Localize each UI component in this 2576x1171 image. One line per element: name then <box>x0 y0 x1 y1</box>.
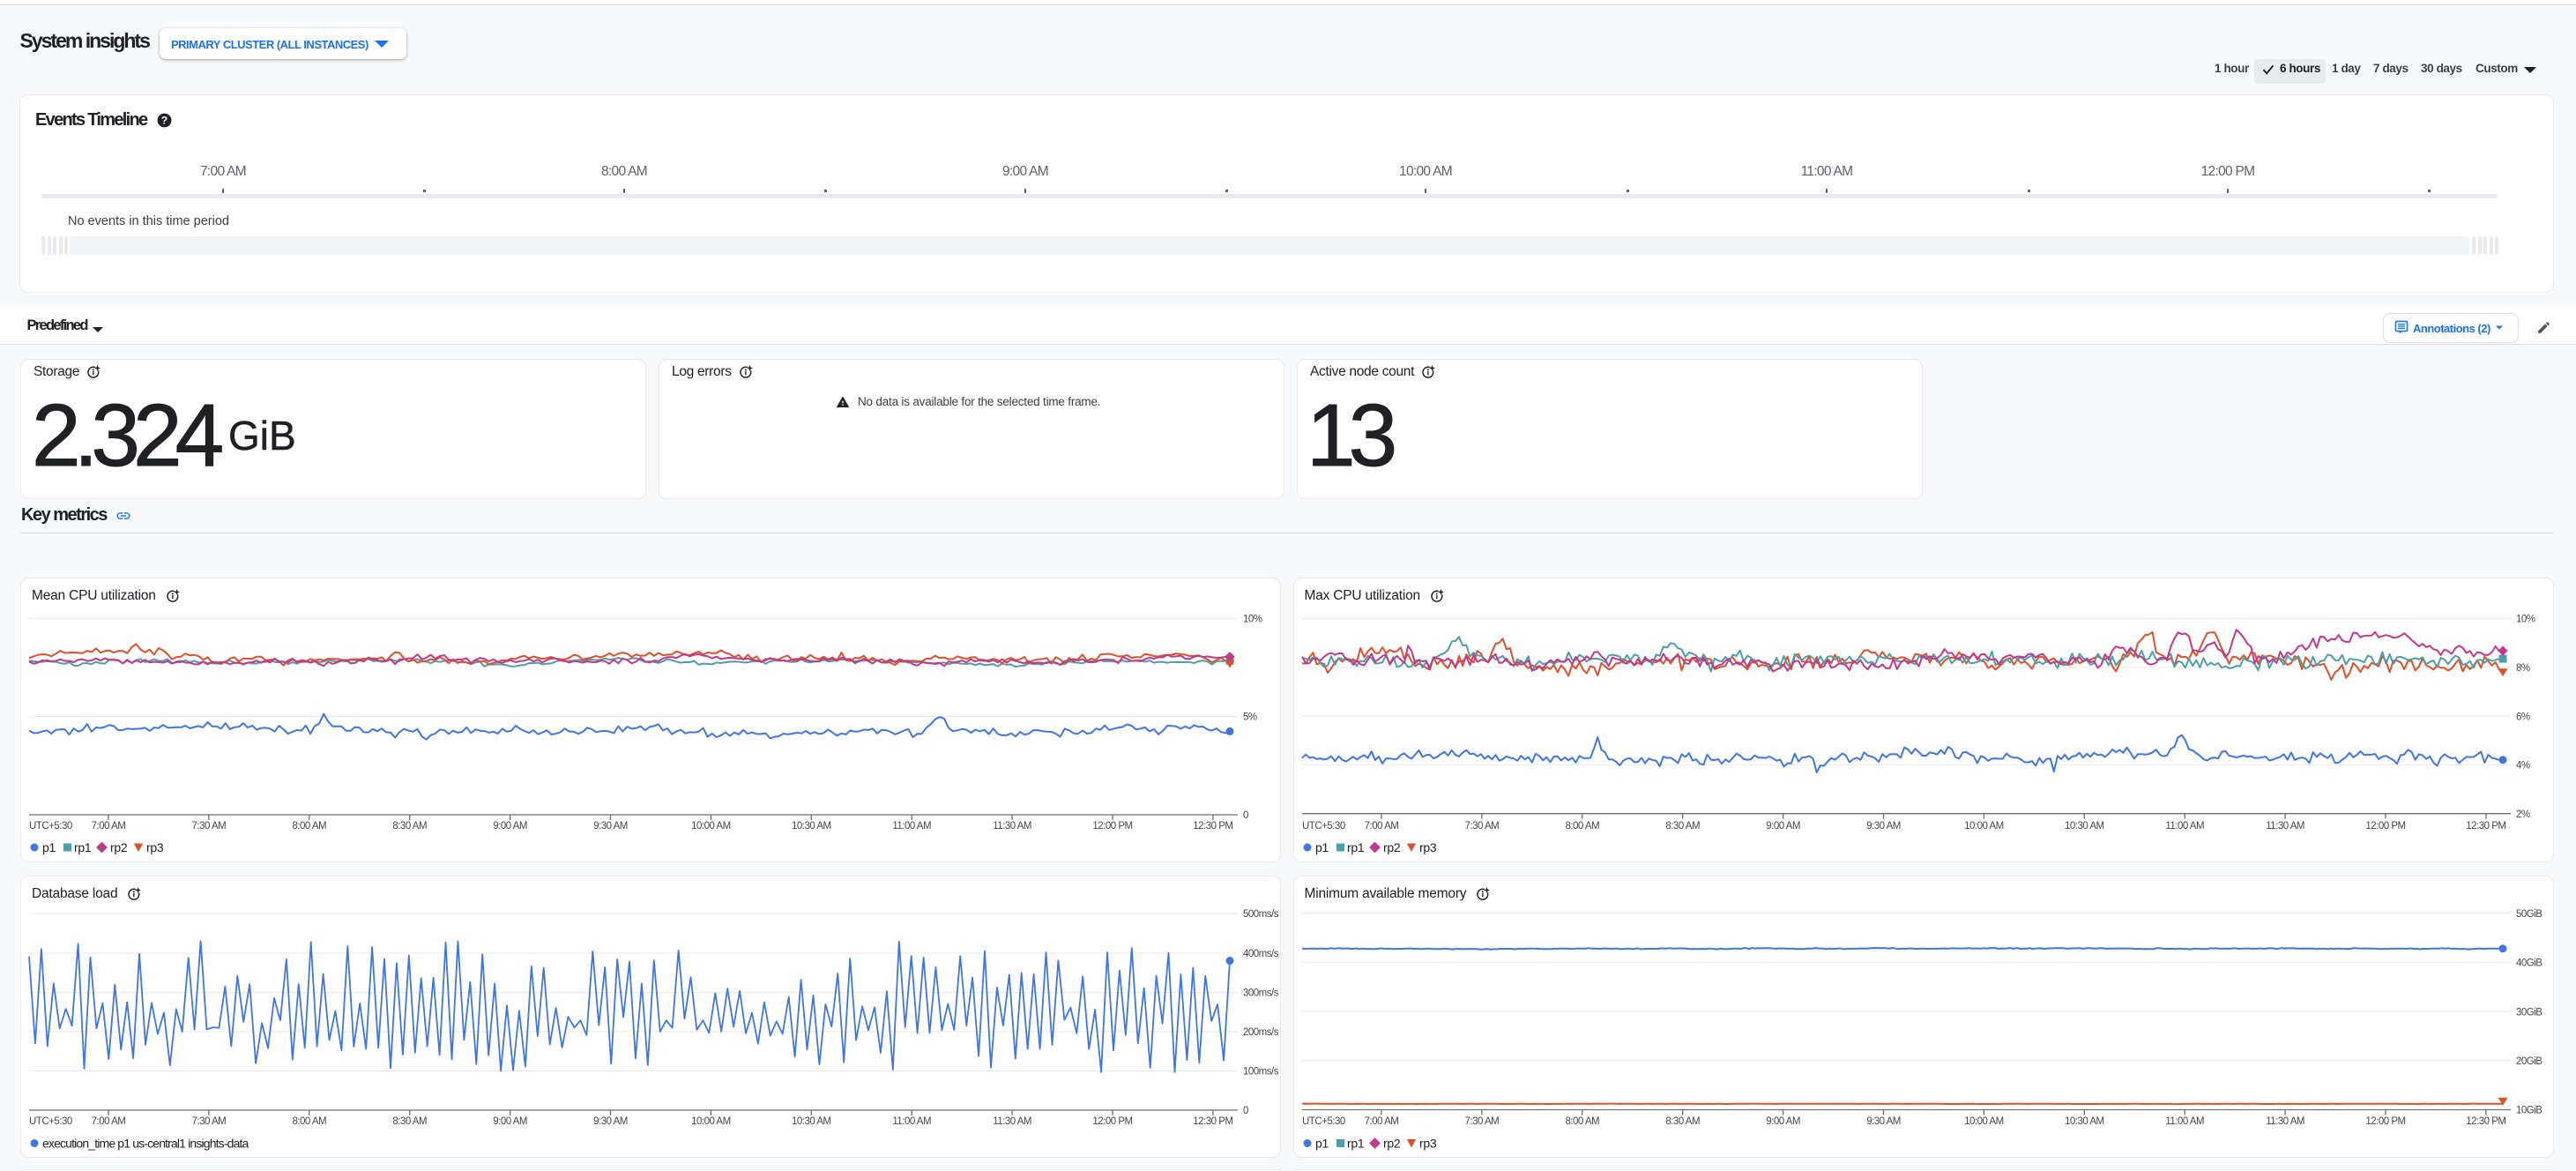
svg-text:p1: p1 <box>1315 1136 1329 1150</box>
svg-text:rp2: rp2 <box>1383 1136 1401 1150</box>
svg-text:8:30 AM: 8:30 AM <box>1665 1116 1700 1127</box>
svg-text:8:30 AM: 8:30 AM <box>392 821 427 832</box>
svg-text:10GiB: 10GiB <box>2516 1106 2542 1116</box>
svg-text:9:30 AM: 9:30 AM <box>593 821 628 832</box>
svg-text:8:00 AM: 8:00 AM <box>1565 821 1599 832</box>
svg-text:12:30 PM: 12:30 PM <box>2466 1116 2505 1127</box>
svg-text:11:30 AM: 11:30 AM <box>993 1116 1031 1127</box>
svg-text:10%: 10% <box>2516 614 2535 624</box>
svg-text:10:00 AM: 10:00 AM <box>1964 821 2004 832</box>
svg-text:9:00 AM: 9:00 AM <box>1766 821 1800 832</box>
svg-text:12:00 PM: 12:00 PM <box>2365 821 2405 832</box>
svg-text:UTC+5:30: UTC+5:30 <box>1302 1116 1345 1127</box>
svg-text:11:00 AM: 11:00 AM <box>2165 1116 2204 1127</box>
svg-text:8%: 8% <box>2516 663 2530 674</box>
svg-text:7:00 AM: 7:00 AM <box>1364 1116 1398 1127</box>
svg-text:500ms/s: 500ms/s <box>1243 909 1279 920</box>
svg-text:200ms/s: 200ms/s <box>1243 1027 1279 1038</box>
svg-text:7:00 AM: 7:00 AM <box>1364 821 1398 832</box>
svg-text:50GiB: 50GiB <box>2516 909 2542 920</box>
svg-text:10:00 AM: 10:00 AM <box>1964 1116 2004 1127</box>
svg-text:8:30 AM: 8:30 AM <box>392 1116 427 1127</box>
svg-text:12:30 PM: 12:30 PM <box>1193 1116 1232 1127</box>
svg-text:11:00 AM: 11:00 AM <box>2165 821 2204 832</box>
svg-text:11:00 AM: 11:00 AM <box>892 821 931 832</box>
svg-text:9:30 AM: 9:30 AM <box>1866 1116 1901 1127</box>
svg-text:rp1: rp1 <box>74 839 92 854</box>
svg-text:10%: 10% <box>1243 614 1262 624</box>
svg-text:10:00 AM: 10:00 AM <box>691 1116 731 1127</box>
svg-text:10:00 AM: 10:00 AM <box>691 821 731 832</box>
svg-text:7:00 AM: 7:00 AM <box>92 1116 126 1127</box>
svg-text:11:30 AM: 11:30 AM <box>2266 821 2304 832</box>
svg-text:7:30 AM: 7:30 AM <box>192 821 227 832</box>
svg-text:rp1: rp1 <box>1347 1136 1365 1150</box>
svg-text:10:30 AM: 10:30 AM <box>792 1116 831 1127</box>
svg-text:rp3: rp3 <box>146 839 164 854</box>
svg-text:8:00 AM: 8:00 AM <box>292 1116 326 1127</box>
svg-text:9:00 AM: 9:00 AM <box>493 821 527 832</box>
svg-text:8:30 AM: 8:30 AM <box>1665 821 1700 832</box>
svg-text:12:00 PM: 12:00 PM <box>1092 1116 1132 1127</box>
svg-text:400ms/s: 400ms/s <box>1243 949 1279 959</box>
svg-text:8:00 AM: 8:00 AM <box>1565 1116 1599 1127</box>
svg-text:12:30 PM: 12:30 PM <box>1193 821 1232 832</box>
svg-text:10:30 AM: 10:30 AM <box>2065 1116 2104 1127</box>
svg-text:p1: p1 <box>42 839 56 854</box>
svg-text:p1: p1 <box>1315 839 1329 854</box>
svg-text:8:00 AM: 8:00 AM <box>292 821 326 832</box>
svg-text:rp3: rp3 <box>1419 1136 1437 1150</box>
svg-text:12:00 PM: 12:00 PM <box>1092 821 1132 832</box>
svg-text:20GiB: 20GiB <box>2516 1056 2542 1067</box>
svg-text:9:00 AM: 9:00 AM <box>493 1116 527 1127</box>
svg-text:11:00 AM: 11:00 AM <box>892 1116 931 1127</box>
svg-text:7:30 AM: 7:30 AM <box>1464 821 1499 832</box>
svg-text:UTC+5:30: UTC+5:30 <box>29 821 72 832</box>
svg-text:2%: 2% <box>2516 809 2530 819</box>
svg-text:0: 0 <box>1243 1106 1248 1116</box>
svg-text:rp3: rp3 <box>1419 839 1437 854</box>
svg-text:execution_time p1 us-central1: execution_time p1 us-central1 insights-d… <box>42 1136 249 1150</box>
svg-text:7:30 AM: 7:30 AM <box>1464 1116 1499 1127</box>
svg-text:40GiB: 40GiB <box>2516 958 2542 969</box>
svg-text:12:30 PM: 12:30 PM <box>2466 821 2505 832</box>
svg-text:10:30 AM: 10:30 AM <box>792 821 831 832</box>
svg-text:6%: 6% <box>2516 712 2530 722</box>
svg-text:300ms/s: 300ms/s <box>1243 988 1279 999</box>
svg-text:?: ? <box>161 115 168 127</box>
svg-text:UTC+5:30: UTC+5:30 <box>29 1116 72 1127</box>
svg-text:11:30 AM: 11:30 AM <box>993 821 1031 832</box>
svg-text:0: 0 <box>1243 810 1248 821</box>
svg-text:rp2: rp2 <box>1383 839 1401 854</box>
svg-text:rp2: rp2 <box>110 839 128 854</box>
svg-text:9:30 AM: 9:30 AM <box>593 1116 628 1127</box>
svg-text:12:00 PM: 12:00 PM <box>2365 1116 2405 1127</box>
svg-text:4%: 4% <box>2516 760 2530 771</box>
svg-text:100ms/s: 100ms/s <box>1243 1067 1279 1078</box>
svg-text:5%: 5% <box>1243 712 1257 722</box>
svg-text:10:30 AM: 10:30 AM <box>2065 821 2104 832</box>
svg-text:rp1: rp1 <box>1347 839 1365 854</box>
svg-text:UTC+5:30: UTC+5:30 <box>1302 821 1345 832</box>
svg-text:30GiB: 30GiB <box>2516 1007 2542 1018</box>
svg-text:9:30 AM: 9:30 AM <box>1866 821 1901 832</box>
svg-text:9:00 AM: 9:00 AM <box>1766 1116 1800 1127</box>
svg-text:7:30 AM: 7:30 AM <box>192 1116 227 1127</box>
svg-text:7:00 AM: 7:00 AM <box>92 821 126 832</box>
svg-text:11:30 AM: 11:30 AM <box>2266 1116 2304 1127</box>
